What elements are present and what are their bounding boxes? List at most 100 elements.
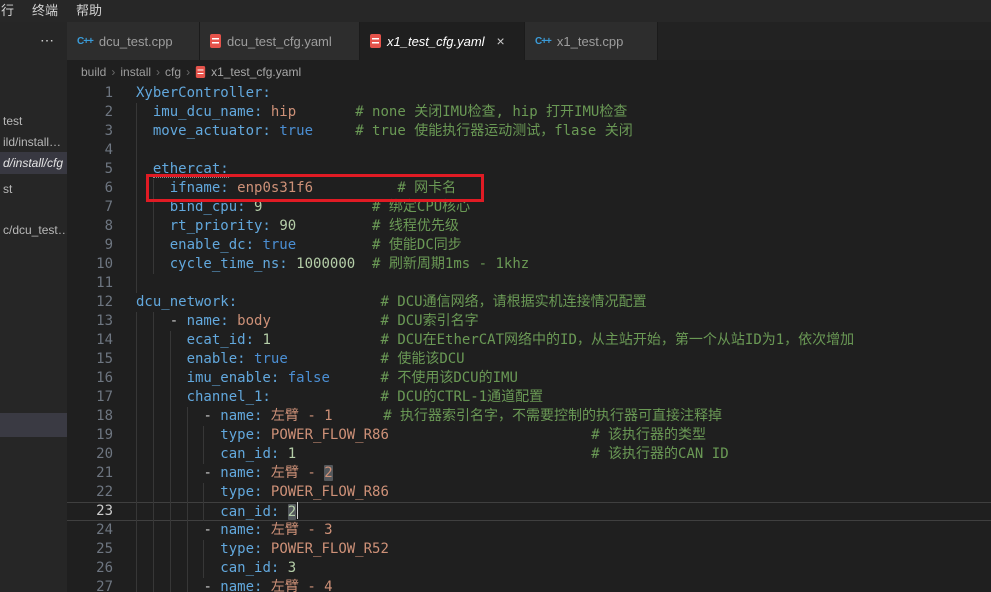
code-token <box>136 484 220 500</box>
line-number: 3 <box>67 122 113 141</box>
indent-guide <box>153 445 154 464</box>
line-content: can_id: 2 <box>136 502 991 521</box>
code-token <box>262 579 270 592</box>
code-line-26[interactable]: 26 can_id: 3 <box>67 559 991 578</box>
code-token <box>136 351 187 367</box>
sidebar-item[interactable]: test <box>0 110 67 132</box>
code-line-11[interactable]: 11 <box>67 274 991 293</box>
code-line-19[interactable]: 19 type: POWER_FLOW_R86 # 该执行器的类型 <box>67 426 991 445</box>
code-token <box>262 541 270 557</box>
cpp-file-icon: C++ <box>535 36 551 47</box>
line-content: - name: 左臂 - 1 # 执行器索引名字，不需要控制的执行器可直接注释掉 <box>136 407 991 426</box>
line-number: 8 <box>67 217 113 236</box>
menu-bar: 行终端帮助 <box>0 0 991 22</box>
code-line-23[interactable]: 23 can_id: 2 <box>67 502 991 521</box>
indent-guide <box>136 122 137 141</box>
code-token: can_id: <box>220 560 279 576</box>
indent-guide <box>136 179 137 198</box>
code-editor[interactable]: 1XyberController:2 imu_dcu_name: hip # n… <box>67 84 991 592</box>
code-line-13[interactable]: 13 - name: body # DCU索引名字 <box>67 312 991 331</box>
code-token <box>136 332 187 348</box>
line-content: imu_enable: false # 不使用该DCU的IMU <box>136 369 991 388</box>
breadcrumb-segment[interactable]: build <box>81 65 106 79</box>
line-content: type: POWER_FLOW_R86 # 该执行器的类型 <box>136 426 991 445</box>
indent-guide <box>153 540 154 559</box>
code-line-3[interactable]: 3 move_actuator: true # true 使能执行器运动测试，f… <box>67 122 991 141</box>
code-token <box>136 389 187 405</box>
line-number: 14 <box>67 331 113 350</box>
code-line-2[interactable]: 2 imu_dcu_name: hip # none 关闭IMU检查, hip … <box>67 103 991 122</box>
line-number: 19 <box>67 426 113 445</box>
code-line-27[interactable]: 27 - name: 左臂 - 4 <box>67 578 991 592</box>
indent-guide <box>170 540 171 559</box>
code-line-1[interactable]: 1XyberController: <box>67 84 991 103</box>
menu-item-0[interactable]: 行 <box>0 0 23 22</box>
menu-item-1[interactable]: 终端 <box>23 0 67 22</box>
sidebar-item[interactable]: st <box>0 178 67 200</box>
tab-x1_test.cpp[interactable]: C++ x1_test.cpp <box>525 22 658 60</box>
code-token: imu_dcu_name: <box>153 104 263 120</box>
tab-label: x1_test.cpp <box>557 34 624 49</box>
code-token: - <box>203 579 220 592</box>
code-token: 1 <box>288 446 296 462</box>
more-actions-icon[interactable]: ⋯ <box>40 32 55 49</box>
code-line-24[interactable]: 24 - name: 左臂 - 3 <box>67 521 991 540</box>
code-token <box>229 180 237 196</box>
indent-guide <box>136 464 137 483</box>
sidebar-item[interactable]: c/dcu_test… <box>0 219 67 241</box>
code-token: 90 <box>279 218 296 234</box>
code-line-4[interactable]: 4 <box>67 141 991 160</box>
code-token: body <box>237 313 271 329</box>
yaml-file-icon <box>210 34 221 48</box>
code-line-16[interactable]: 16 imu_enable: false # 不使用该DCU的IMU <box>67 369 991 388</box>
code-line-15[interactable]: 15 enable: true # 使能该DCU <box>67 350 991 369</box>
code-token: imu_enable: <box>187 370 280 386</box>
code-token: name: <box>187 313 229 329</box>
code-token: - <box>203 522 220 538</box>
code-token: POWER_FLOW_R86 <box>271 484 389 500</box>
line-number: 18 <box>67 407 113 426</box>
code-token: enp0s31f6 <box>237 180 313 196</box>
code-token <box>262 199 372 215</box>
code-line-22[interactable]: 22 type: POWER_FLOW_R86 <box>67 483 991 502</box>
breadcrumb-segment[interactable]: install <box>120 65 151 79</box>
indent-guide <box>187 483 188 502</box>
indent-guide <box>136 369 137 388</box>
tab-dcu_test.cpp[interactable]: C++dcu_test.cpp <box>67 22 200 60</box>
sidebar-item[interactable] <box>0 413 67 437</box>
code-token: ifname: <box>170 180 229 196</box>
code-line-25[interactable]: 25 type: POWER_FLOW_R52 <box>67 540 991 559</box>
line-content: enable_dc: true # 使能DC同步 <box>136 236 991 255</box>
code-token: ethercat: <box>153 161 229 178</box>
menu-item-2[interactable]: 帮助 <box>67 0 111 22</box>
code-token: true <box>254 351 288 367</box>
line-content <box>136 274 991 293</box>
sidebar-item[interactable]: ild/install… <box>0 131 67 153</box>
code-line-7[interactable]: 7 bind_cpu: 9 # 绑定CPU核心 <box>67 198 991 217</box>
code-line-18[interactable]: 18 - name: 左臂 - 1 # 执行器索引名字，不需要控制的执行器可直接… <box>67 407 991 426</box>
tab-label: dcu_test_cfg.yaml <box>227 34 332 49</box>
line-content: - name: 左臂 - 4 <box>136 578 991 592</box>
breadcrumb-segment[interactable]: cfg <box>165 65 181 79</box>
code-line-12[interactable]: 12dcu_network: # DCU通信网络，请根据实机连接情况配置 <box>67 293 991 312</box>
comment-token: # 网卡名 <box>397 180 456 196</box>
code-line-14[interactable]: 14 ecat_id: 1 # DCU在EtherCAT网络中的ID，从主站开始… <box>67 331 991 350</box>
code-line-17[interactable]: 17 channel_1: # DCU的CTRL-1通道配置 <box>67 388 991 407</box>
code-line-5[interactable]: 5 ethercat: <box>67 160 991 179</box>
code-line-6[interactable]: 6 ifname: enp0s31f6 # 网卡名 <box>67 179 991 198</box>
breadcrumb[interactable]: build›install›cfg›x1_test_cfg.yaml <box>67 60 991 84</box>
code-line-8[interactable]: 8 rt_priority: 90 # 线程优先级 <box>67 217 991 236</box>
line-number: 10 <box>67 255 113 274</box>
code-line-9[interactable]: 9 enable_dc: true # 使能DC同步 <box>67 236 991 255</box>
tab-dcu_test_cfg.yaml[interactable]: dcu_test_cfg.yaml <box>200 22 360 60</box>
tab-x1_test_cfg.yaml[interactable]: x1_test_cfg.yaml× <box>360 22 525 60</box>
code-line-10[interactable]: 10 cycle_time_ns: 1000000 # 刷新周期1ms - 1k… <box>67 255 991 274</box>
indent-guide <box>136 388 137 407</box>
code-token: 2 <box>324 465 332 481</box>
close-icon[interactable]: × <box>497 33 505 49</box>
code-line-20[interactable]: 20 can_id: 1 # 该执行器的CAN ID <box>67 445 991 464</box>
sidebar-item[interactable]: d/install/cfg <box>0 152 67 174</box>
code-token: move_actuator: <box>153 123 271 139</box>
code-token: rt_priority: <box>170 218 271 234</box>
code-line-21[interactable]: 21 - name: 左臂 - 2 <box>67 464 991 483</box>
